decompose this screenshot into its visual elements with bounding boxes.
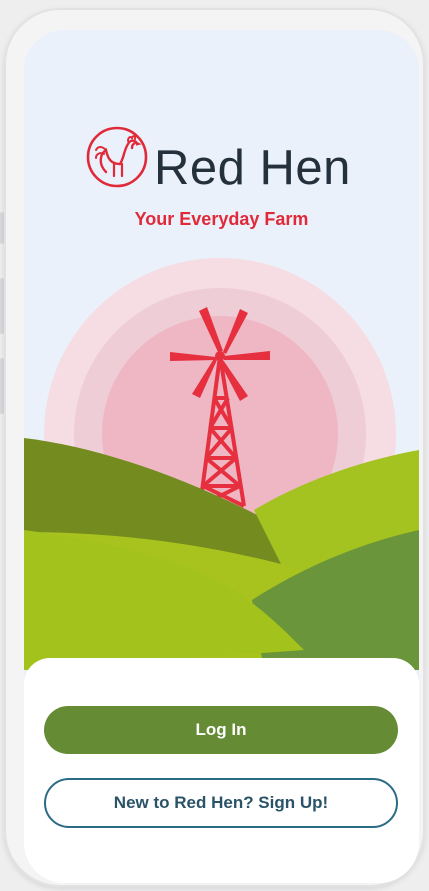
auth-card: Log In New to Red Hen? Sign Up! [24,658,419,883]
phone-frame: Red Hen Your Everyday Farm Log In New to… [4,8,425,887]
app-screen: Red Hen Your Everyday Farm Log In New to… [24,30,419,883]
login-button[interactable]: Log In [44,706,398,754]
rooster-icon [86,126,148,188]
app-tagline: Your Everyday Farm [134,209,309,229]
logo: Red Hen Your Everyday Farm [24,30,419,270]
app-title: Red Hen [154,141,351,195]
signup-button[interactable]: New to Red Hen? Sign Up! [44,778,398,828]
